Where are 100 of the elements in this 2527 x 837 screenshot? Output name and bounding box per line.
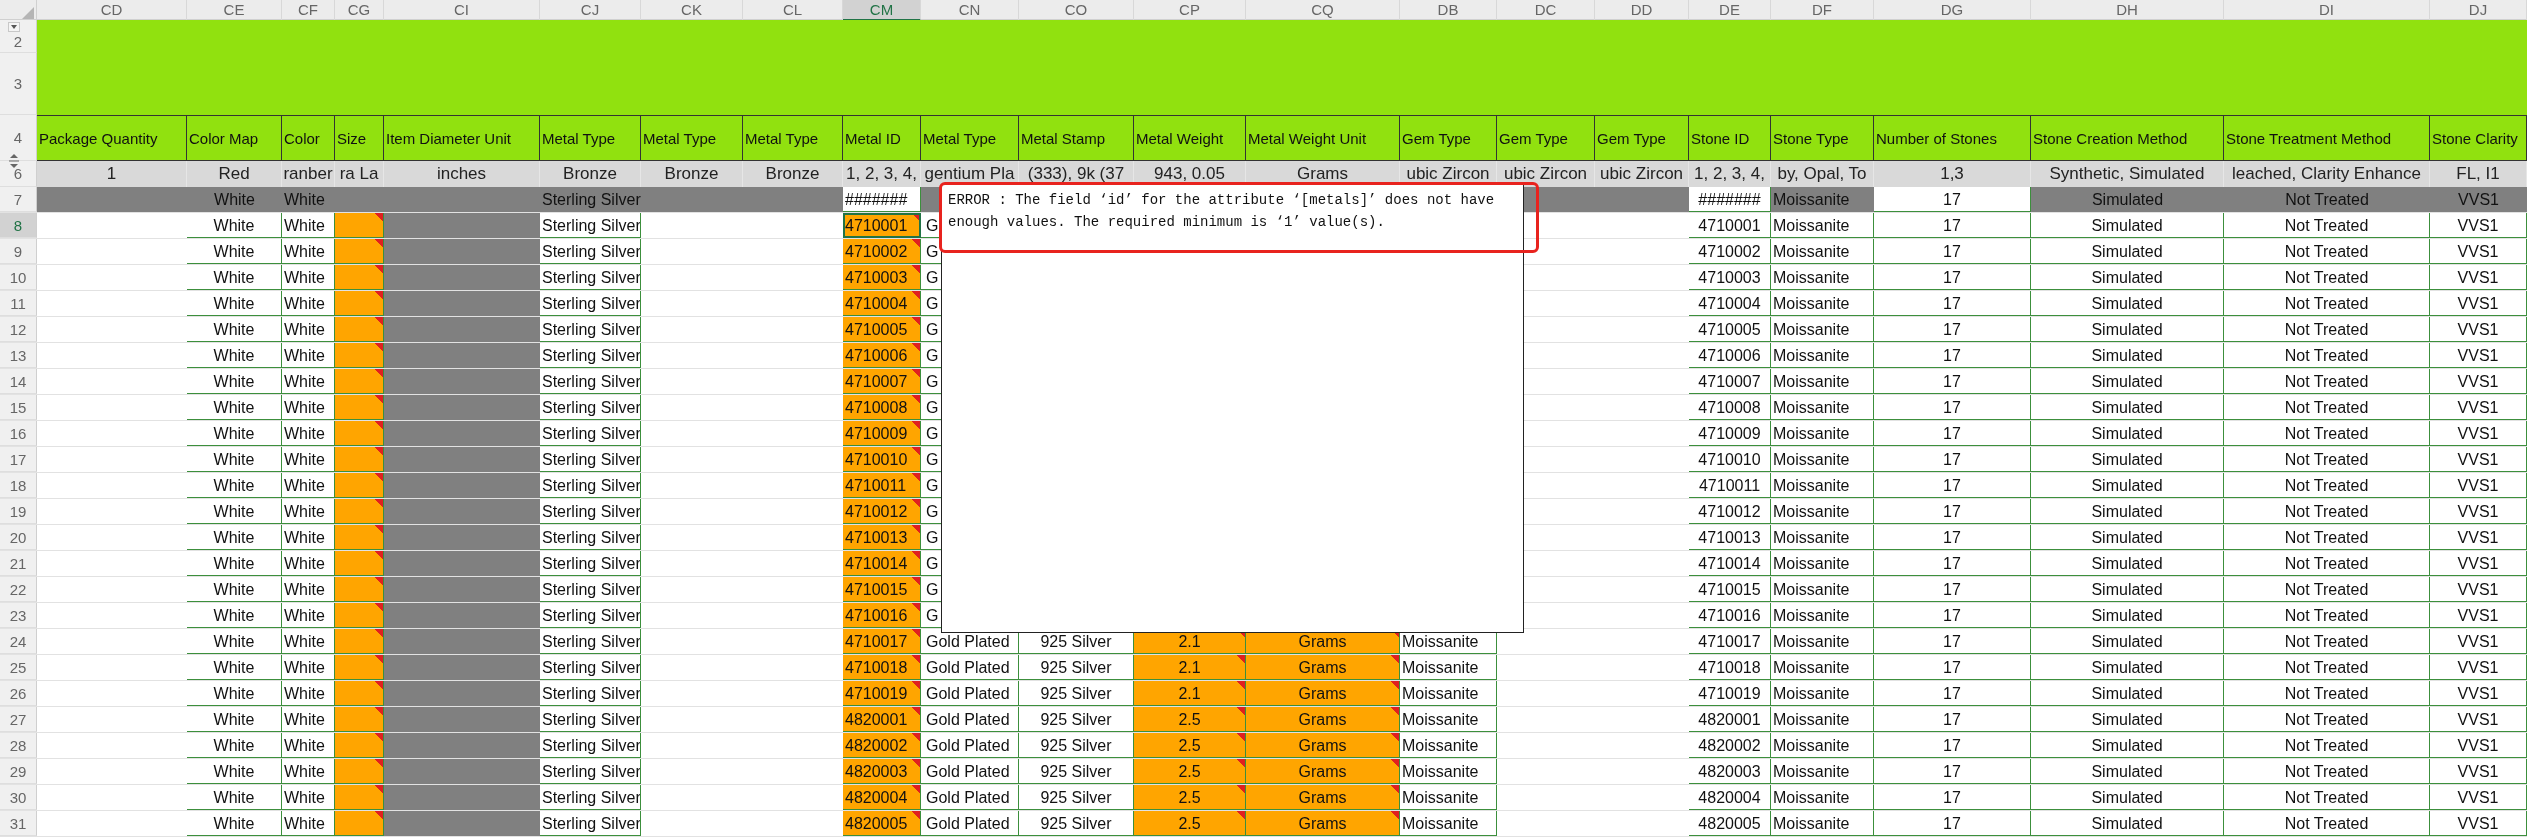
table-cell: VVS1	[2430, 655, 2527, 680]
table-cell: Moissanite	[1771, 447, 1874, 472]
table-cell	[335, 655, 384, 680]
table-cell: VVS1	[2430, 811, 2527, 836]
table-cell: White	[187, 265, 282, 290]
row-number[interactable]: 10	[0, 265, 37, 290]
column-title: Metal Type	[743, 115, 843, 161]
row-number[interactable]: 25	[0, 655, 37, 680]
table-cell: Not Treated	[2224, 707, 2430, 732]
column-title: Color Map	[187, 115, 282, 161]
column-title: Stone ID	[1689, 115, 1771, 161]
column-header[interactable]: CM	[843, 0, 921, 21]
table-cell: 17	[1874, 733, 2031, 758]
row-number[interactable]: 3	[0, 53, 37, 115]
row-number[interactable]: 2	[0, 20, 37, 53]
row-number[interactable]: 19	[0, 499, 37, 524]
table-cell: Simulated	[2031, 187, 2224, 212]
table-cell: Moissanite	[1771, 499, 1874, 524]
table-cell: 17	[1874, 395, 2031, 420]
table-cell: VVS1	[2430, 525, 2527, 550]
row-number[interactable]: 21	[0, 551, 37, 576]
table-cell: Not Treated	[2224, 421, 2430, 446]
row-number[interactable]: 31	[0, 811, 37, 836]
table-cell: Simulated	[2031, 655, 2224, 680]
row-number[interactable]: 30	[0, 785, 37, 810]
table-cell: White	[187, 551, 282, 576]
row-number[interactable]: 29	[0, 759, 37, 784]
table-cell: 4710007	[1689, 369, 1771, 394]
table-cell	[335, 291, 384, 316]
table-cell: Simulated	[2031, 343, 2224, 368]
column-title: Metal ID	[843, 115, 921, 161]
table-cell: Moissanite	[1771, 785, 1874, 810]
table-cell: Sterling Silver	[540, 525, 641, 550]
table-cell: White	[187, 759, 282, 784]
table-cell: Simulated	[2031, 265, 2224, 290]
table-cell: Moissanite	[1771, 187, 1874, 212]
collapse-icon[interactable]	[8, 22, 20, 32]
table-cell: VVS1	[2430, 577, 2527, 602]
table-cell: Simulated	[2031, 213, 2224, 238]
table-cell: Sterling Silver	[540, 733, 641, 758]
table-cell	[335, 343, 384, 368]
table-cell	[335, 577, 384, 602]
row-number[interactable]: 4	[0, 115, 37, 161]
table-cell: Not Treated	[2224, 629, 2430, 654]
table-cell: Gold Plated	[921, 681, 1019, 706]
table-cell: VVS1	[2430, 733, 2527, 758]
row-number[interactable]: 6	[0, 161, 37, 187]
row-number[interactable]: 16	[0, 421, 37, 446]
row-number[interactable]: 9	[0, 239, 37, 264]
table-cell: VVS1	[2430, 759, 2527, 784]
row-number[interactable]: 23	[0, 603, 37, 628]
table-cell: VVS1	[2430, 239, 2527, 264]
table-cell	[335, 681, 384, 706]
row-number[interactable]: 24	[0, 629, 37, 654]
table-cell: Sterling Silver	[540, 343, 641, 368]
row-number[interactable]: 8	[0, 213, 37, 238]
table-cell: 17	[1874, 655, 2031, 680]
table-cell: 17	[1874, 421, 2031, 446]
row-number[interactable]: 7	[0, 187, 37, 212]
row-number[interactable]: 27	[0, 707, 37, 732]
table-cell: Moissanite	[1771, 317, 1874, 342]
row-number[interactable]: 28	[0, 733, 37, 758]
column-title: Item Diameter Unit	[384, 115, 540, 161]
row-number[interactable]: 18	[0, 473, 37, 498]
table-cell: Moissanite	[1771, 577, 1874, 602]
column-title: Number of Stones	[1874, 115, 2031, 161]
row-number[interactable]: 17	[0, 447, 37, 472]
table-cell: Moissanite	[1771, 213, 1874, 238]
table-cell: Simulated	[2031, 421, 2224, 446]
row-number[interactable]: 13	[0, 343, 37, 368]
table-cell: Not Treated	[2224, 603, 2430, 628]
table-cell: Simulated	[2031, 603, 2224, 628]
table-cell	[335, 629, 384, 654]
resize-icon[interactable]	[8, 153, 20, 169]
table-cell: 4710017	[1689, 629, 1771, 654]
table-cell: Sterling Silver	[540, 265, 641, 290]
table-cell: 17	[1874, 811, 2031, 836]
row-number[interactable]: 14	[0, 369, 37, 394]
table-cell: 17	[1874, 369, 2031, 394]
table-cell: 4710019	[843, 681, 921, 706]
table-cell: Grams	[1246, 681, 1400, 706]
table-cell: Grams	[1246, 811, 1400, 836]
table-cell: VVS1	[2430, 343, 2527, 368]
table-cell: Moissanite	[1771, 265, 1874, 290]
table-cell: Sterling Silver	[540, 317, 641, 342]
row-number[interactable]: 12	[0, 317, 37, 342]
row-number[interactable]: 26	[0, 681, 37, 706]
table-cell: Moissanite	[1400, 759, 1497, 784]
table-cell: White	[187, 811, 282, 836]
row-number[interactable]: 22	[0, 577, 37, 602]
table-cell: Gold Plated	[921, 785, 1019, 810]
table-cell: Sterling Silver	[540, 187, 641, 212]
row-number[interactable]: 15	[0, 395, 37, 420]
table-cell	[335, 733, 384, 758]
table-cell: 2.1	[1134, 655, 1246, 680]
row-number[interactable]: 20	[0, 525, 37, 550]
table-cell: 2.5	[1134, 785, 1246, 810]
table-cell: Moissanite	[1771, 525, 1874, 550]
row-number[interactable]: 11	[0, 291, 37, 316]
table-cell: Moissanite	[1771, 369, 1874, 394]
